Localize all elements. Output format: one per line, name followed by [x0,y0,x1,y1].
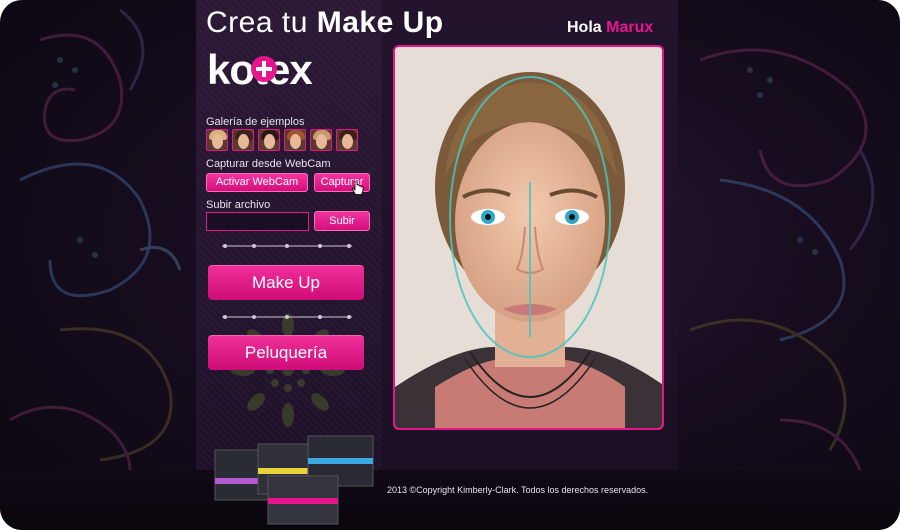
gallery-label: Galería de ejemplos [206,116,305,128]
webcam-label: Capturar desde WebCam [206,158,331,170]
hand-cursor-icon [352,181,364,195]
thumb-face [238,134,249,149]
kotex-logo: kotex [207,50,314,90]
gallery-thumb[interactable] [310,129,332,151]
copyright-text: 2013 ©Copyright Kimberly-Clark. Todos lo… [387,485,649,495]
photo-canvas[interactable] [393,45,664,430]
thumb-face [342,134,353,149]
page-title-prefix: Crea tu [206,6,317,39]
product-boxes-image [214,435,374,525]
face-photo [395,47,662,428]
gallery-thumb[interactable] [336,129,358,151]
gallery-thumb[interactable] [284,129,306,151]
hair-salon-button[interactable]: Peluquería [208,335,364,370]
page-title: Crea tu Make Up [206,6,444,40]
makeup-button[interactable]: Make Up [208,265,364,300]
user-greeting: Hola Marux [567,19,653,37]
greeting-prefix: Hola [567,19,607,36]
gallery-thumb[interactable] [232,129,254,151]
thumb-face [264,134,275,149]
thumb-face [290,134,301,149]
flower-ornament [231,313,345,427]
thumb-face [212,134,223,149]
ornament-divider [222,244,352,248]
ornament-divider [222,315,352,319]
gallery-thumb[interactable] [206,129,228,151]
user-name: Marux [606,19,654,36]
page-title-emphasis: Make Up [316,6,444,39]
gallery-thumb[interactable] [258,129,280,151]
gallery-thumbnails [206,129,358,151]
footer [0,470,900,530]
activate-webcam-button[interactable]: Activar WebCam [206,173,308,192]
upload-file-field[interactable] [206,212,309,231]
app-window: Crea tu Make Up Hola Marux kotex Galería… [0,0,900,530]
thumb-face [316,134,327,149]
upload-button[interactable]: Subir [314,211,370,231]
upload-label: Subir archivo [206,199,271,211]
